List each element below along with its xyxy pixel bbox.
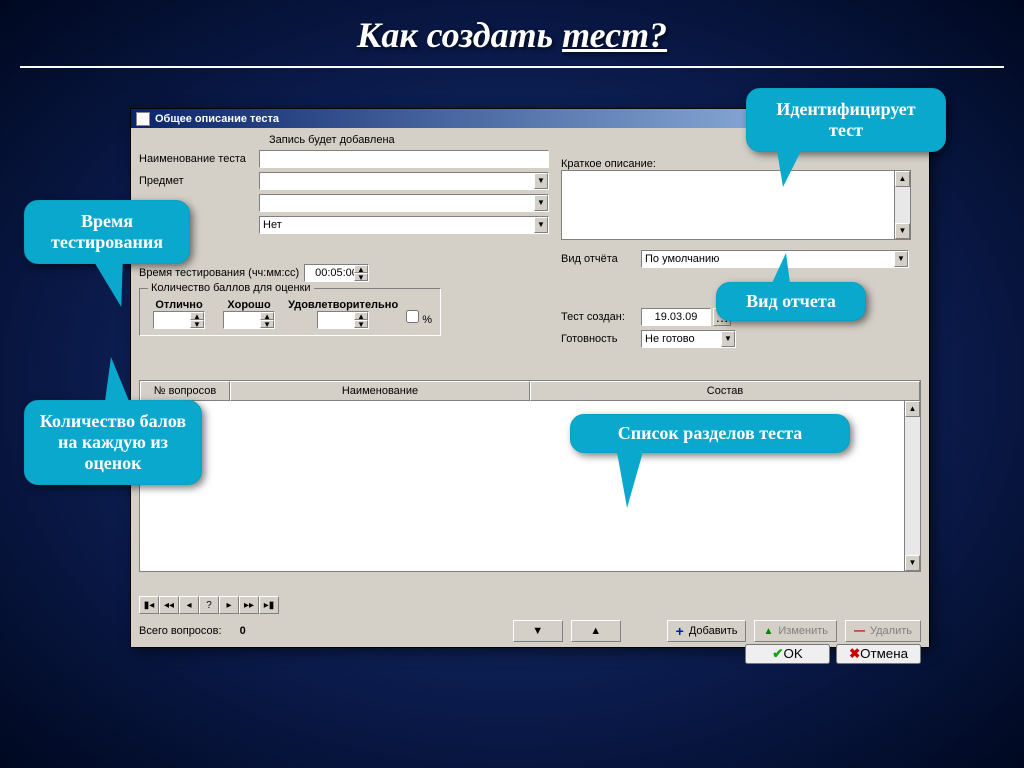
slide-title: Как создать тест? (0, 0, 1024, 66)
app-icon (136, 112, 150, 126)
nav-next[interactable]: ▸ (219, 596, 239, 614)
callout-report: Вид отчета (716, 282, 866, 321)
close-icon: ✖ (849, 646, 860, 661)
col-number[interactable]: № вопросов (140, 381, 230, 401)
callout-scores: Количество балов на каждую из оценок (24, 400, 202, 485)
plus-icon: + (676, 623, 684, 639)
col-name[interactable]: Наименование (230, 381, 530, 401)
divider (20, 66, 1004, 68)
edit-button[interactable]: ▲Изменить (754, 620, 837, 642)
spin-down-icon[interactable]: ▼ (354, 273, 368, 281)
label-name: Наименование теста (139, 153, 259, 165)
label-excellent: Отлично (148, 299, 210, 311)
spin-up-icon[interactable]: ▲ (354, 312, 368, 320)
callout-identifies: Идентифицирует тест (746, 88, 946, 152)
delete-button[interactable]: —Удалить (845, 620, 921, 642)
move-up-button[interactable]: ▲ (571, 620, 621, 642)
label-short-desc: Краткое описание: (561, 158, 911, 170)
short-desc-textarea[interactable]: ▲▼ (561, 170, 911, 240)
scrollbar[interactable]: ▲▼ (894, 171, 910, 239)
label-time: Время тестирования (чч:мм:сс) (139, 267, 304, 279)
record-navigator: ▮◂ ◂◂ ◂ ? ▸ ▸▸ ▸▮ (139, 596, 279, 614)
callout-time: Время тестирования (24, 200, 190, 264)
move-down-button[interactable]: ▼ (513, 620, 563, 642)
chevron-down-icon[interactable]: ▼ (534, 195, 548, 211)
callout-sections: Список разделов теста (570, 414, 850, 453)
spin-down-icon[interactable]: ▼ (354, 320, 368, 328)
nav-last[interactable]: ▸▮ (259, 596, 279, 614)
sections-grid: № вопросов Наименование Состав ▲▼ (139, 380, 921, 572)
label-subject: Предмет (139, 175, 259, 187)
label-satisf: Удовлетворительно (288, 299, 398, 311)
created-input[interactable] (641, 308, 711, 326)
label-created: Тест создан: (561, 311, 641, 323)
spin-up-icon[interactable]: ▲ (354, 265, 368, 273)
nav-next-page[interactable]: ▸▸ (239, 596, 259, 614)
nav-help[interactable]: ? (199, 596, 219, 614)
subject-combo[interactable] (259, 172, 549, 190)
spin-down-icon[interactable]: ▼ (190, 320, 204, 328)
level-combo[interactable] (259, 216, 549, 234)
spin-down-icon[interactable]: ▼ (260, 320, 274, 328)
dialog-window: Общее описание теста Запись будет добавл… (130, 108, 930, 648)
spin-up-icon[interactable]: ▲ (190, 312, 204, 320)
label-total-q: Всего вопросов: (139, 625, 222, 637)
triangle-icon: ▲ (763, 626, 773, 637)
percent-checkbox[interactable] (406, 310, 419, 323)
cancel-button[interactable]: ✖Отмена (836, 644, 921, 664)
total-q-value: 0 (240, 625, 246, 637)
nav-prev-page[interactable]: ◂◂ (159, 596, 179, 614)
chevron-down-icon[interactable]: ▼ (721, 331, 735, 347)
label-readiness: Готовность (561, 333, 641, 345)
teacher-combo[interactable] (259, 194, 549, 212)
label-report: Вид отчёта (561, 253, 641, 265)
chevron-down-icon[interactable]: ▼ (534, 173, 548, 189)
add-button[interactable]: +Добавить (667, 620, 747, 642)
chevron-down-icon[interactable]: ▼ (534, 217, 548, 233)
spin-up-icon[interactable]: ▲ (260, 312, 274, 320)
label-good: Хорошо (218, 299, 280, 311)
nav-prev[interactable]: ◂ (179, 596, 199, 614)
scrollbar[interactable]: ▲▼ (904, 401, 920, 571)
minus-icon: — (854, 625, 865, 637)
chevron-down-icon[interactable]: ▼ (894, 251, 908, 267)
check-icon: ✔ (772, 646, 783, 661)
window-title: Общее описание теста (155, 113, 279, 125)
test-name-input[interactable] (259, 150, 549, 168)
ok-button[interactable]: ✔OK (745, 644, 830, 664)
group-scores: Количество баллов для оценки (148, 282, 314, 294)
nav-first[interactable]: ▮◂ (139, 596, 159, 614)
col-content[interactable]: Состав (530, 381, 920, 401)
